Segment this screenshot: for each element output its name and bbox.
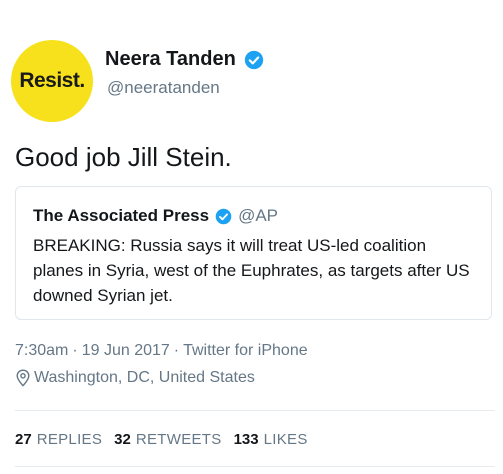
divider xyxy=(15,410,495,411)
likes-stat[interactable]: 133 LIKES xyxy=(234,431,308,448)
location-pin-icon xyxy=(16,369,30,387)
quoted-tweet-text: BREAKING: Russia says it will treat US-l… xyxy=(33,236,470,305)
author-display-name-row: Neera Tanden xyxy=(105,48,264,71)
tweet-location[interactable]: Washington, DC, United States xyxy=(15,369,255,387)
tweet-date[interactable]: 19 Jun 2017 xyxy=(82,342,170,359)
retweets-count: 32 xyxy=(114,431,131,448)
location-label: Washington, DC, United States xyxy=(34,369,255,386)
verified-badge-icon xyxy=(215,208,232,224)
quoted-tweet-header: The Associated Press @AP xyxy=(33,206,278,226)
retweets-label: RETWEETS xyxy=(135,431,222,448)
quoted-tweet[interactable]: The Associated Press @AP BREAKING: Russi… xyxy=(15,186,492,320)
verified-badge-icon xyxy=(244,50,263,69)
tweet-card: Resist. Neera Tanden @neeratanden Good j… xyxy=(0,0,503,474)
avatar[interactable]: Resist. xyxy=(11,40,93,122)
tweet-text: Good job Jill Stein. xyxy=(15,142,232,172)
author-handle[interactable]: @neeratanden xyxy=(107,78,220,98)
meta-separator: · xyxy=(72,342,78,359)
tweet-time[interactable]: 7:30am xyxy=(15,342,68,359)
tweet-source[interactable]: Twitter for iPhone xyxy=(183,342,308,359)
quoted-author-name: The Associated Press xyxy=(33,206,210,225)
divider xyxy=(15,466,495,467)
retweets-stat[interactable]: 32 RETWEETS xyxy=(114,431,221,448)
replies-label: REPLIES xyxy=(36,431,103,448)
tweet-meta: 7:30am · 19 Jun 2017 · Twitter for iPhone xyxy=(15,342,308,360)
replies-count: 27 xyxy=(15,431,32,448)
replies-stat[interactable]: 27 REPLIES xyxy=(15,431,102,448)
likes-count: 133 xyxy=(233,431,259,448)
quoted-author-handle: @AP xyxy=(238,206,278,225)
meta-separator: · xyxy=(173,342,180,359)
likes-label: LIKES xyxy=(263,431,308,448)
author-display-name[interactable]: Neera Tanden xyxy=(105,48,236,71)
tweet-stats: 27 REPLIES 32 RETWEETS 133 LIKES xyxy=(15,431,320,448)
avatar-label: Resist. xyxy=(19,69,85,92)
